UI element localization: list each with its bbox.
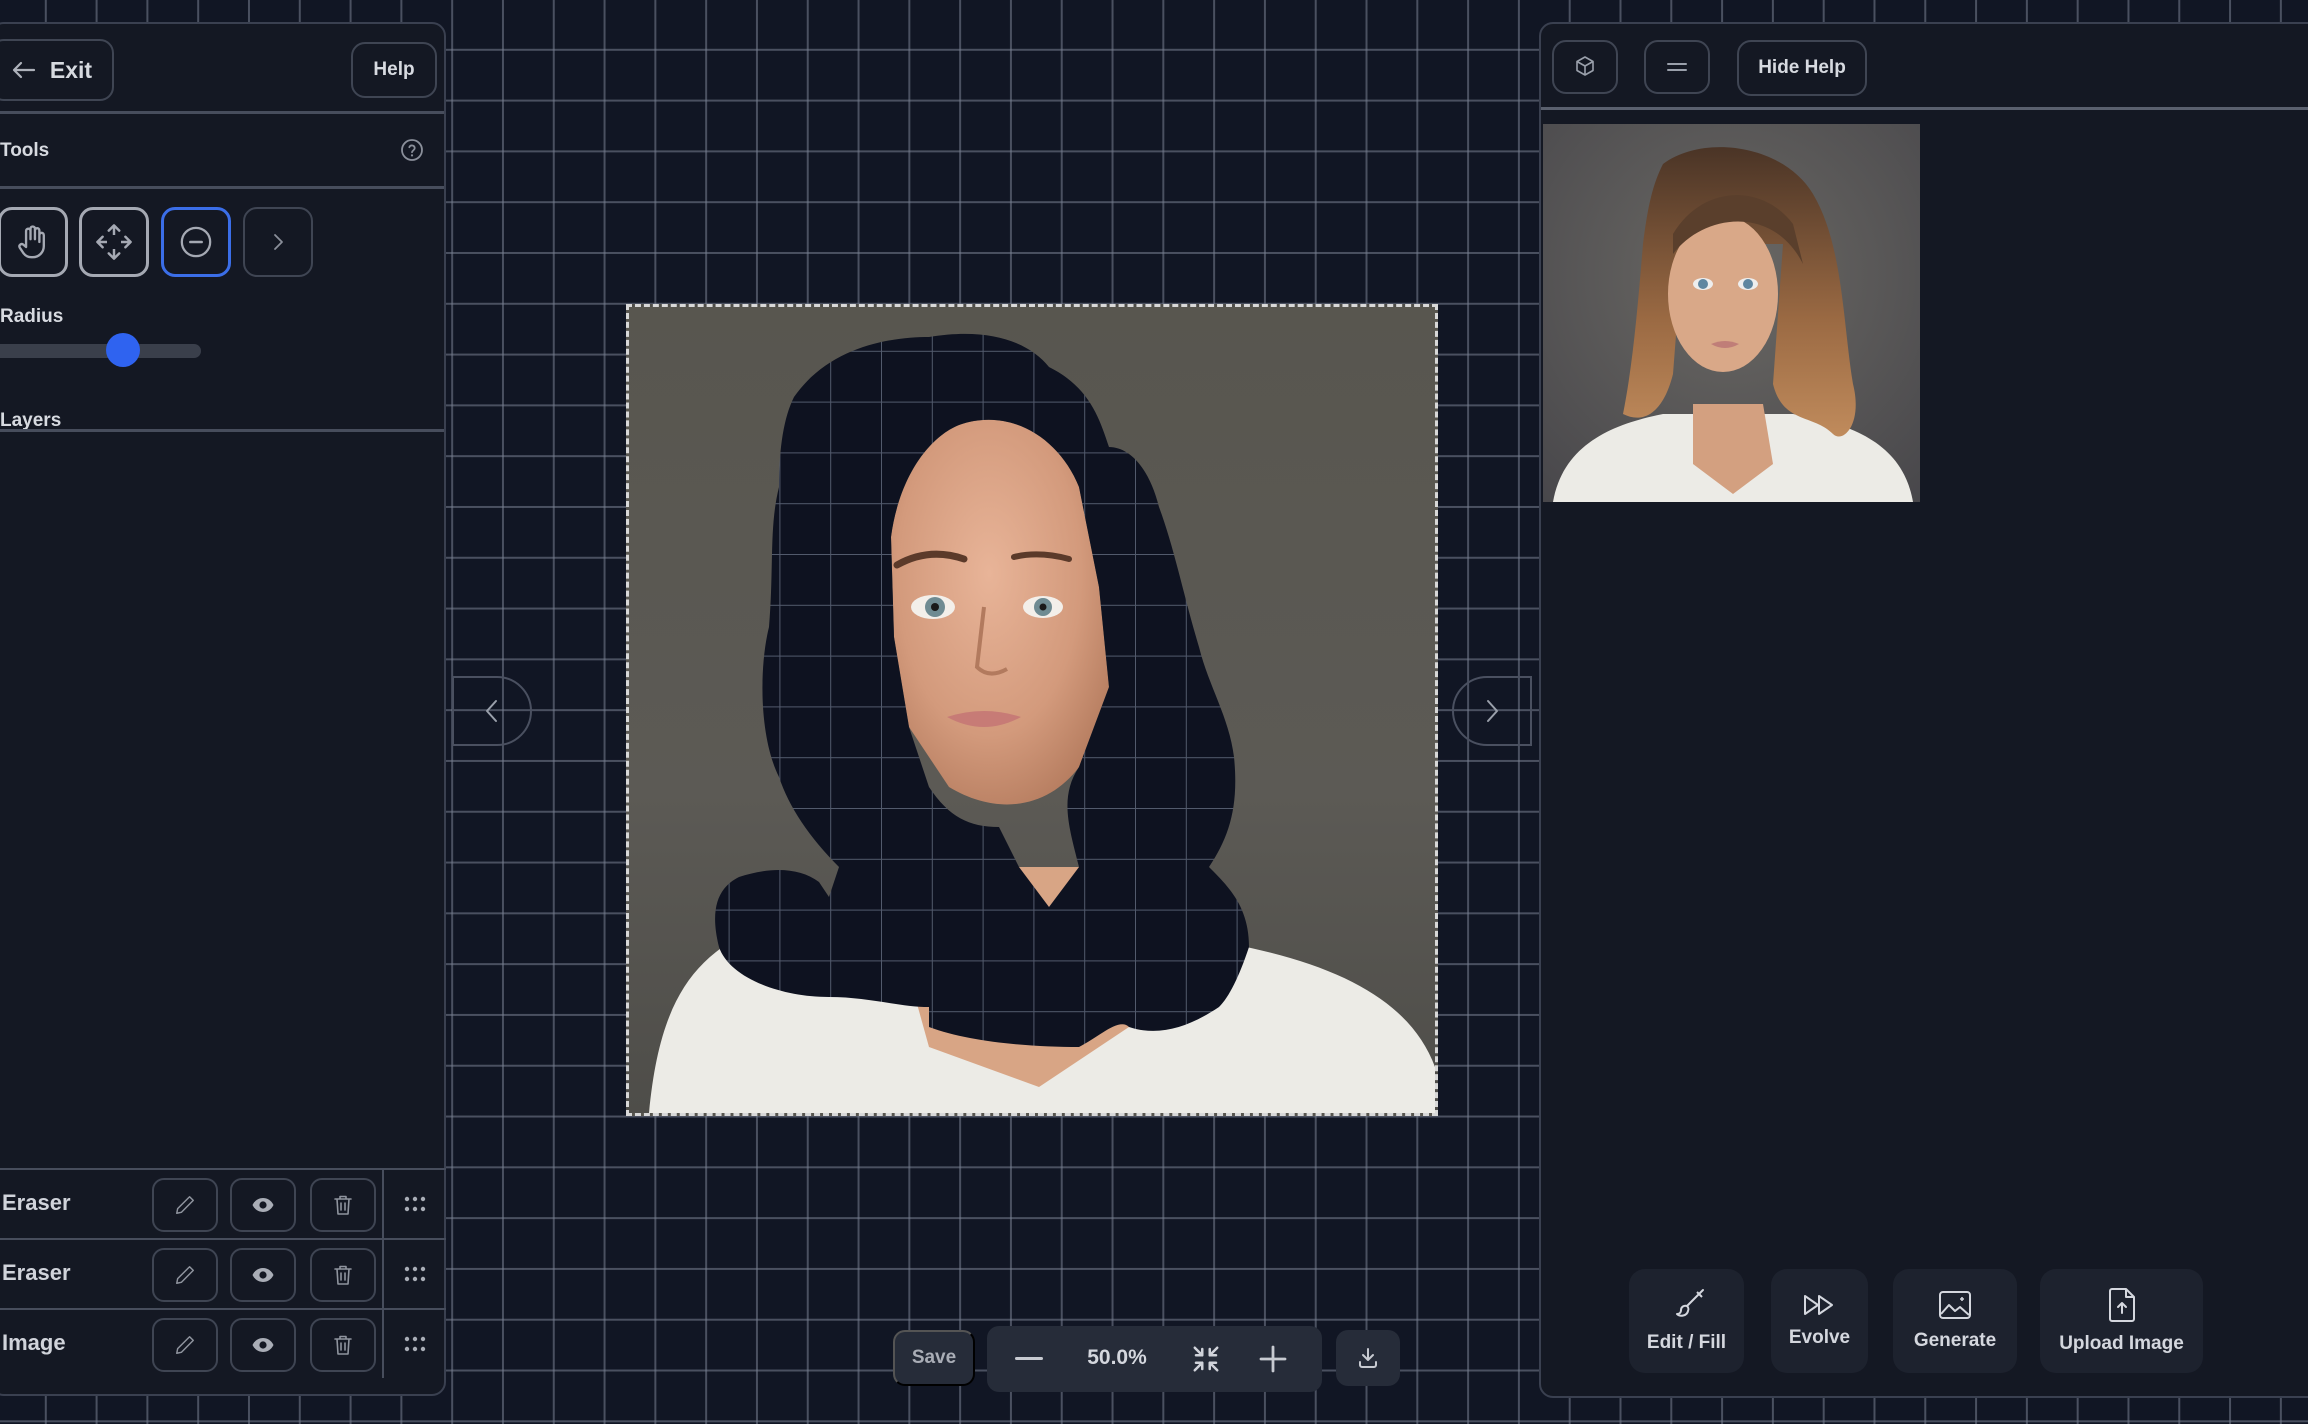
toggle-visibility-button[interactable] [230,1318,296,1372]
save-button[interactable]: Save [893,1330,975,1386]
paintbrush-icon [1675,1289,1704,1317]
trash-icon [334,1335,352,1355]
zoom-in-button[interactable] [1243,1326,1303,1392]
next-image-button[interactable] [1452,676,1532,746]
edit-fill-button[interactable]: Edit / Fill [1629,1269,1744,1373]
right-panel-header: Hide Help [1541,24,2308,110]
masked-portrait [649,333,1435,1113]
layer-name: Image [2,1330,66,1355]
upload-image-button[interactable]: Upload Image [2040,1269,2203,1373]
tool-pan-button[interactable] [0,207,68,277]
radius-slider-track[interactable] [0,344,201,358]
fit-to-screen-button[interactable] [1176,1326,1236,1392]
layers-divider [0,429,444,432]
3d-view-button[interactable] [1552,40,1618,94]
tools-heading: Tools [0,140,50,161]
menu-button[interactable] [1644,40,1710,94]
left-panel-header: Exit Help [0,24,444,114]
left-panel: Exit Help Tools Radius Layers Eraser Eras… [0,22,446,1396]
action-label: Generate [1913,1330,1997,1351]
minus-icon [1015,1357,1043,1360]
eye-icon [252,1198,274,1212]
chevron-left-icon [486,700,497,722]
trash-icon [334,1195,352,1215]
generate-button[interactable]: Generate [1893,1269,2017,1373]
toggle-visibility-button[interactable] [230,1248,296,1302]
minus-circle-icon [180,226,212,258]
source-image-thumbnail[interactable] [1543,124,1920,502]
layer-row[interactable]: Eraser [0,1168,446,1238]
layer-row[interactable]: Image [0,1308,446,1378]
pencil-icon [176,1336,194,1354]
toggle-visibility-button[interactable] [230,1178,296,1232]
tool-more-button[interactable] [243,207,313,277]
radius-slider-thumb[interactable] [106,333,141,367]
arrow-left-icon [12,61,36,79]
image-sparkle-icon [1939,1291,1971,1319]
zoom-out-button[interactable] [999,1326,1059,1392]
chevron-right-icon [1487,700,1498,722]
image-canvas[interactable] [626,304,1438,1116]
layer-name: Eraser [2,1190,71,1215]
portrait-thumbnail [1543,124,1920,502]
tool-move-button[interactable] [79,207,149,277]
trash-icon [334,1265,352,1285]
zoom-controls: 50.0% [987,1326,1322,1392]
minimize-arrows-icon [1193,1346,1219,1372]
eye-icon [252,1268,274,1282]
exit-label: Exit [49,56,93,83]
help-circle-icon[interactable] [400,138,424,162]
drag-handle-icon [404,1336,426,1352]
edit-layer-button[interactable] [152,1178,218,1232]
file-upload-icon [2108,1288,2135,1322]
right-panel: Hide Help Edit / Fill Evolve Generate Uploa… [1539,22,2308,1398]
download-icon [1359,1348,1377,1368]
previous-image-button[interactable] [452,676,532,746]
tool-eraser-button[interactable] [161,207,231,277]
zoom-level: 50.0% [1087,1346,1147,1369]
pencil-icon [176,1196,194,1214]
delete-layer-button[interactable] [310,1318,376,1372]
delete-layer-button[interactable] [310,1248,376,1302]
move-icon [96,224,132,260]
hand-icon [18,225,45,259]
action-label: Edit / Fill [1646,1332,1727,1353]
fast-forward-icon [1803,1295,1833,1315]
layer-drag-handle[interactable] [382,1170,446,1238]
drag-handle-icon [404,1196,426,1212]
layer-drag-handle[interactable] [382,1240,446,1308]
edit-layer-button[interactable] [152,1248,218,1302]
cube-icon [1576,56,1594,76]
hide-help-button[interactable]: Hide Help [1737,40,1867,96]
layer-drag-handle[interactable] [382,1310,446,1378]
radius-label: Radius [0,306,64,327]
eye-icon [252,1338,274,1352]
action-label: Upload Image [2059,1333,2184,1354]
exit-button[interactable]: Exit [0,39,114,101]
edit-layer-button[interactable] [152,1318,218,1372]
tools-section-header: Tools [0,117,444,189]
action-label: Evolve [1788,1327,1851,1348]
layer-name: Eraser [2,1260,71,1285]
pencil-icon [176,1266,194,1284]
plus-icon [1259,1345,1287,1373]
evolve-button[interactable]: Evolve [1771,1269,1868,1373]
delete-layer-button[interactable] [310,1178,376,1232]
chevron-right-icon [274,234,283,250]
drag-handle-icon [404,1266,426,1282]
download-button[interactable] [1336,1330,1400,1386]
help-button[interactable]: Help [351,42,437,98]
equals-icon [1667,63,1687,71]
layer-row[interactable]: Eraser [0,1238,446,1308]
